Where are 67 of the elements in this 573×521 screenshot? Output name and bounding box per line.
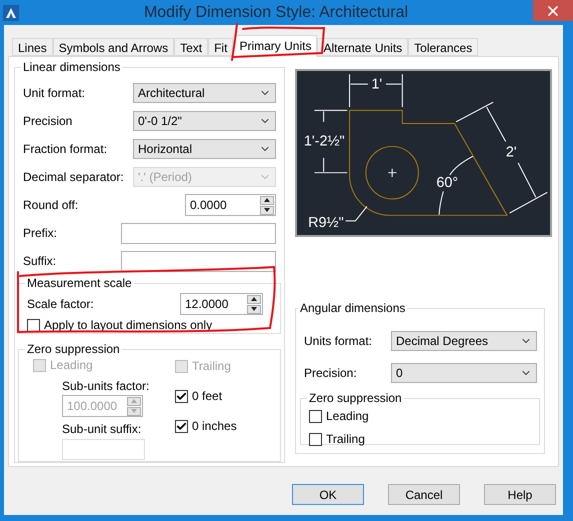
group-title: Linear dimensions <box>22 59 122 76</box>
app-logo-icon <box>3 4 19 20</box>
field-label: Decimal separator: <box>23 169 124 186</box>
tab[interactable]: Primary Units <box>233 35 318 57</box>
tab[interactable]: Tolerances <box>408 38 478 56</box>
checkbox[interactable] <box>175 390 188 402</box>
checkbox-label: 0 inches <box>192 418 237 435</box>
dialog-button[interactable]: Help <box>484 484 556 505</box>
spin-up-button[interactable] <box>247 294 261 304</box>
input-field[interactable] <box>62 439 145 460</box>
dimension-label: R9½" <box>308 214 344 231</box>
spinner-field[interactable]: 12.0000 <box>180 293 263 315</box>
field-label: Suffix: <box>23 253 56 270</box>
group-title: Measurement scale <box>26 275 133 292</box>
dimension-label: 1'-2½" <box>304 133 345 150</box>
tab[interactable]: Alternate Units <box>317 38 408 56</box>
dropdown[interactable]: 0 <box>391 363 537 383</box>
up-arrow-icon <box>131 399 137 403</box>
checkbox[interactable] <box>175 420 188 432</box>
dropdown[interactable]: Horizontal <box>133 139 276 159</box>
field-label: Prefix: <box>23 225 58 242</box>
field-label: Sub-units factor: <box>62 378 150 395</box>
field-label: Scale factor: <box>27 296 94 313</box>
checkbox-label: Trailing <box>326 431 365 448</box>
field-label: Round off: <box>23 197 78 214</box>
tab[interactable]: Lines <box>12 38 53 56</box>
field-label: Precision: <box>304 365 357 382</box>
checkbox-label: Apply to layout dimensions only <box>44 317 212 334</box>
checkbox-label: Trailing <box>192 358 231 375</box>
dimension-label: 1' <box>371 76 382 92</box>
group-title: Angular dimensions <box>299 300 406 317</box>
checkbox[interactable] <box>27 318 40 332</box>
spin-down-button[interactable] <box>260 206 274 214</box>
spin-down-button[interactable] <box>247 304 261 314</box>
close-button[interactable] <box>533 0 573 21</box>
input-field[interactable] <box>121 250 276 272</box>
field-label: Unit format: <box>23 85 86 102</box>
tab[interactable]: Symbols and Arrows <box>52 38 174 56</box>
spin-up-button[interactable] <box>260 196 274 204</box>
dimension-label: 60° <box>436 174 458 191</box>
checkbox-label: Leading <box>326 408 369 425</box>
down-arrow-icon <box>264 208 270 212</box>
spinner-field[interactable]: 0.0000 <box>185 194 276 216</box>
group-title: Zero suppression <box>26 341 121 358</box>
up-arrow-icon <box>251 297 257 301</box>
dialog-button[interactable]: Cancel <box>388 484 460 505</box>
down-arrow-icon <box>131 409 137 413</box>
checkbox-label: Leading <box>50 357 93 374</box>
checkbox[interactable] <box>309 432 322 446</box>
tab[interactable]: Fit <box>208 38 234 56</box>
field-label: Precision <box>23 113 72 130</box>
input-field[interactable] <box>121 222 276 244</box>
dimension-label: 2' <box>506 144 517 160</box>
checkbox-label: 0 feet <box>192 388 222 405</box>
window-title: Modify Dimension Style: Architectural <box>142 2 410 22</box>
dropdown[interactable]: Decimal Degrees <box>391 331 537 351</box>
field-label: Sub-unit suffix: <box>62 421 142 438</box>
dropdown[interactable]: 0'-0 1/2" <box>133 111 276 131</box>
up-arrow-icon <box>264 198 270 202</box>
checkbox[interactable] <box>309 410 322 422</box>
group-title: Zero suppression <box>308 390 403 407</box>
tab[interactable]: Text <box>174 38 208 56</box>
field-label: Units format: <box>304 333 372 350</box>
down-arrow-icon <box>251 307 257 311</box>
field-label: Fraction format: <box>23 141 108 158</box>
dialog-button[interactable]: OK <box>292 484 364 505</box>
dropdown[interactable]: Architectural <box>133 83 276 103</box>
